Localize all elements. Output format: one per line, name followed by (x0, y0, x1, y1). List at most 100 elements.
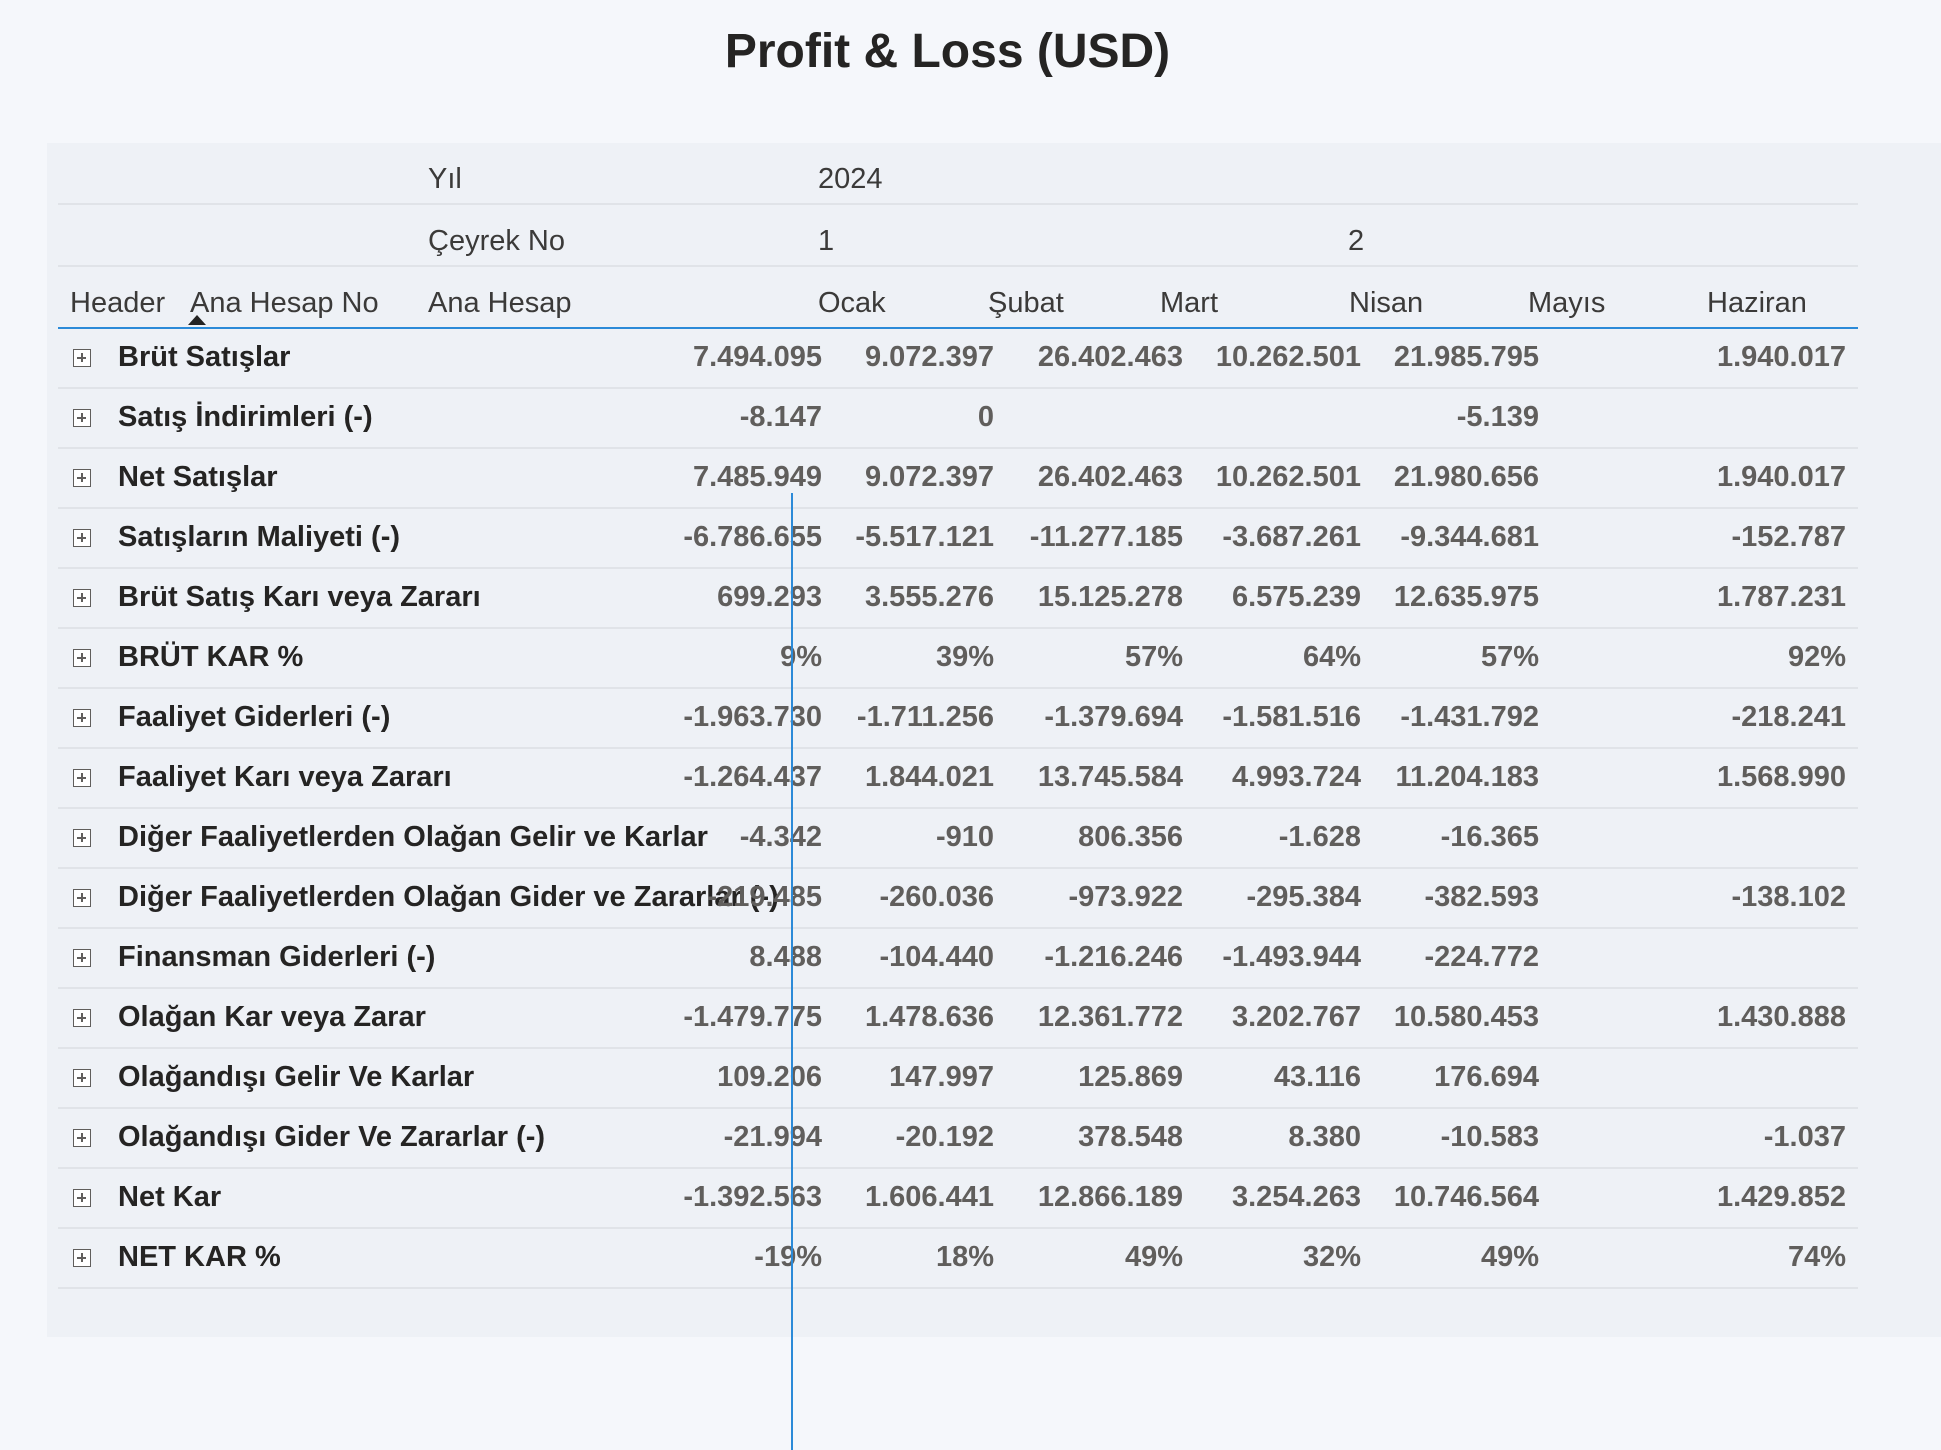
value-cell[interactable]: -1.963.730 (683, 701, 822, 734)
value-cell[interactable]: -10.583 (1441, 1121, 1539, 1154)
value-cell[interactable]: 12.635.975 (1394, 581, 1539, 614)
value-cell[interactable]: -11.277.185 (1030, 521, 1183, 554)
value-cell[interactable]: -260.036 (880, 881, 995, 914)
value-cell[interactable]: -1.216.246 (1044, 941, 1183, 974)
value-cell[interactable]: 9.072.397 (865, 461, 994, 494)
expand-icon[interactable] (73, 469, 91, 487)
table-row[interactable]: Satışların Maliyeti (-) -6.786.655 -5.517.… (58, 509, 1858, 569)
expand-icon[interactable] (73, 709, 91, 727)
value-cell[interactable]: -1.628 (1279, 821, 1361, 854)
value-cell[interactable]: -295.384 (1247, 881, 1362, 914)
expand-icon[interactable] (73, 1069, 91, 1087)
value-cell[interactable]: -21.994 (724, 1121, 822, 1154)
value-cell[interactable]: 9% (780, 641, 822, 674)
table-row[interactable]: Faaliyet Karı veya Zararı -1.264.437 1.844… (58, 749, 1858, 809)
value-cell[interactable]: 1.787.231 (1686, 581, 1846, 614)
value-cell[interactable]: 176.694 (1434, 1061, 1539, 1094)
value-cell[interactable]: -104.440 (880, 941, 995, 974)
value-cell[interactable]: -224.772 (1425, 941, 1540, 974)
value-cell[interactable]: 12.361.772 (1038, 1001, 1183, 1034)
value-cell[interactable]: 4.993.724 (1232, 761, 1361, 794)
value-cell[interactable]: -20.192 (896, 1121, 994, 1154)
value-cell[interactable]: 378.548 (1078, 1121, 1183, 1154)
value-cell[interactable]: -1.711.256 (857, 701, 994, 734)
value-cell[interactable]: -218.241 (1686, 701, 1847, 734)
table-row[interactable]: Faaliyet Giderleri (-) -1.963.730 -1.711.2… (58, 689, 1858, 749)
value-cell[interactable]: -1.037 (1686, 1121, 1846, 1154)
value-cell[interactable]: -1.581.516 (1222, 701, 1361, 734)
value-cell[interactable]: 1.568.990 (1686, 761, 1846, 794)
value-cell[interactable]: 806.356 (1078, 821, 1183, 854)
value-cell[interactable]: -382.593 (1425, 881, 1540, 914)
table-row[interactable]: Finansman Giderleri (-) 8.488 -104.440 -1.2… (58, 929, 1858, 989)
value-cell[interactable]: 1.940.017 (1686, 461, 1846, 494)
value-cell[interactable]: -3.687.261 (1222, 521, 1361, 554)
table-row[interactable]: Olağan Kar veya Zarar -1.479.775 1.478.636… (58, 989, 1858, 1049)
expand-icon[interactable] (73, 949, 91, 967)
table-row[interactable]: Brüt Satışlar 7.494.095 9.072.397 26.402.46… (58, 329, 1858, 389)
value-cell[interactable]: 39% (936, 641, 994, 674)
value-cell[interactable]: -1.264.437 (683, 761, 822, 794)
value-cell[interactable]: 10.580.453 (1394, 1001, 1539, 1034)
table-row[interactable]: Diğer Faaliyetlerden Olağan Gelir ve Kar… (58, 809, 1858, 869)
value-cell[interactable]: 49% (1481, 1241, 1539, 1274)
value-cell[interactable]: -138.102 (1686, 881, 1847, 914)
value-cell[interactable]: 1.478.636 (865, 1001, 994, 1034)
value-cell[interactable]: 8.380 (1288, 1121, 1361, 1154)
value-cell[interactable]: 1.844.021 (865, 761, 994, 794)
value-cell[interactable]: 43.116 (1274, 1061, 1361, 1094)
expand-icon[interactable] (73, 829, 91, 847)
value-cell[interactable]: 10.746.564 (1394, 1181, 1539, 1214)
value-cell[interactable]: 3.202.767 (1232, 1001, 1361, 1034)
expand-icon[interactable] (73, 589, 91, 607)
value-cell[interactable]: 13.745.584 (1038, 761, 1183, 794)
value-cell[interactable]: -16.365 (1441, 821, 1539, 854)
expand-icon[interactable] (73, 409, 91, 427)
expand-icon[interactable] (73, 649, 91, 667)
expand-icon[interactable] (73, 1009, 91, 1027)
table-row[interactable]: Satış İndirimleri (-) -8.147 0 -5.139 (58, 389, 1858, 449)
expand-icon[interactable] (73, 349, 91, 367)
value-cell[interactable]: -910 (936, 821, 994, 854)
value-cell[interactable]: 64% (1303, 641, 1361, 674)
value-cell[interactable]: -4.342 (740, 821, 822, 854)
value-cell[interactable]: 9.072.397 (865, 341, 994, 374)
value-cell[interactable]: -1.379.694 (1044, 701, 1183, 734)
value-cell[interactable]: 1.940.017 (1686, 341, 1846, 374)
value-cell[interactable]: 1.429.852 (1686, 1181, 1846, 1214)
quarter-1-value[interactable]: 1 (818, 225, 834, 258)
expand-icon[interactable] (73, 769, 91, 787)
value-cell[interactable]: -9.344.681 (1400, 521, 1539, 554)
value-cell[interactable]: 26.402.463 (1038, 461, 1183, 494)
expand-icon[interactable] (73, 1189, 91, 1207)
table-row[interactable]: Olağandışı Gider Ve Zararlar (-) -21.994 -… (58, 1109, 1858, 1169)
value-cell[interactable]: -1.392.563 (683, 1181, 822, 1214)
col-ana-hesap-no[interactable]: Ana Hesap No (190, 287, 379, 320)
quarter-2-value[interactable]: 2 (1348, 225, 1364, 258)
value-cell[interactable]: -1.479.775 (683, 1001, 822, 1034)
month-header-ocak[interactable]: Ocak (818, 287, 886, 320)
value-cell[interactable]: -152.787 (1686, 521, 1847, 554)
table-row[interactable]: NET KAR % -19% 18% 49% 32% 49% 74% (58, 1229, 1858, 1289)
value-cell[interactable]: 26.402.463 (1038, 341, 1183, 374)
value-cell[interactable]: 10.262.501 (1216, 461, 1361, 494)
value-cell[interactable]: -8.147 (740, 401, 822, 434)
value-cell[interactable]: -6.786.655 (683, 521, 822, 554)
value-cell[interactable]: 21.980.656 (1394, 461, 1539, 494)
sort-ascending-icon[interactable] (188, 315, 206, 325)
value-cell[interactable]: -5.517.121 (855, 521, 994, 554)
value-cell[interactable]: 8.488 (749, 941, 822, 974)
month-header-subat[interactable]: Şubat (988, 287, 1064, 320)
table-row[interactable]: Olağandışı Gelir Ve Karlar 109.206 147.997… (58, 1049, 1858, 1109)
table-row[interactable]: Brüt Satış Karı veya Zararı 699.293 3.555.… (58, 569, 1858, 629)
table-row[interactable]: Diğer Faaliyetlerden Olağan Gider ve Zar… (58, 869, 1858, 929)
value-cell[interactable]: 21.985.795 (1394, 341, 1539, 374)
value-cell[interactable]: -973.922 (1069, 881, 1184, 914)
month-header-haziran[interactable]: Haziran (1707, 287, 1807, 320)
expand-icon[interactable] (73, 1249, 91, 1267)
value-cell[interactable]: 125.869 (1078, 1061, 1183, 1094)
month-header-mayis[interactable]: Mayıs (1528, 287, 1605, 320)
value-cell[interactable]: 699.293 (717, 581, 822, 614)
year-value[interactable]: 2024 (818, 163, 883, 196)
table-row[interactable]: Net Satışlar 7.485.949 9.072.397 26.402.463… (58, 449, 1858, 509)
